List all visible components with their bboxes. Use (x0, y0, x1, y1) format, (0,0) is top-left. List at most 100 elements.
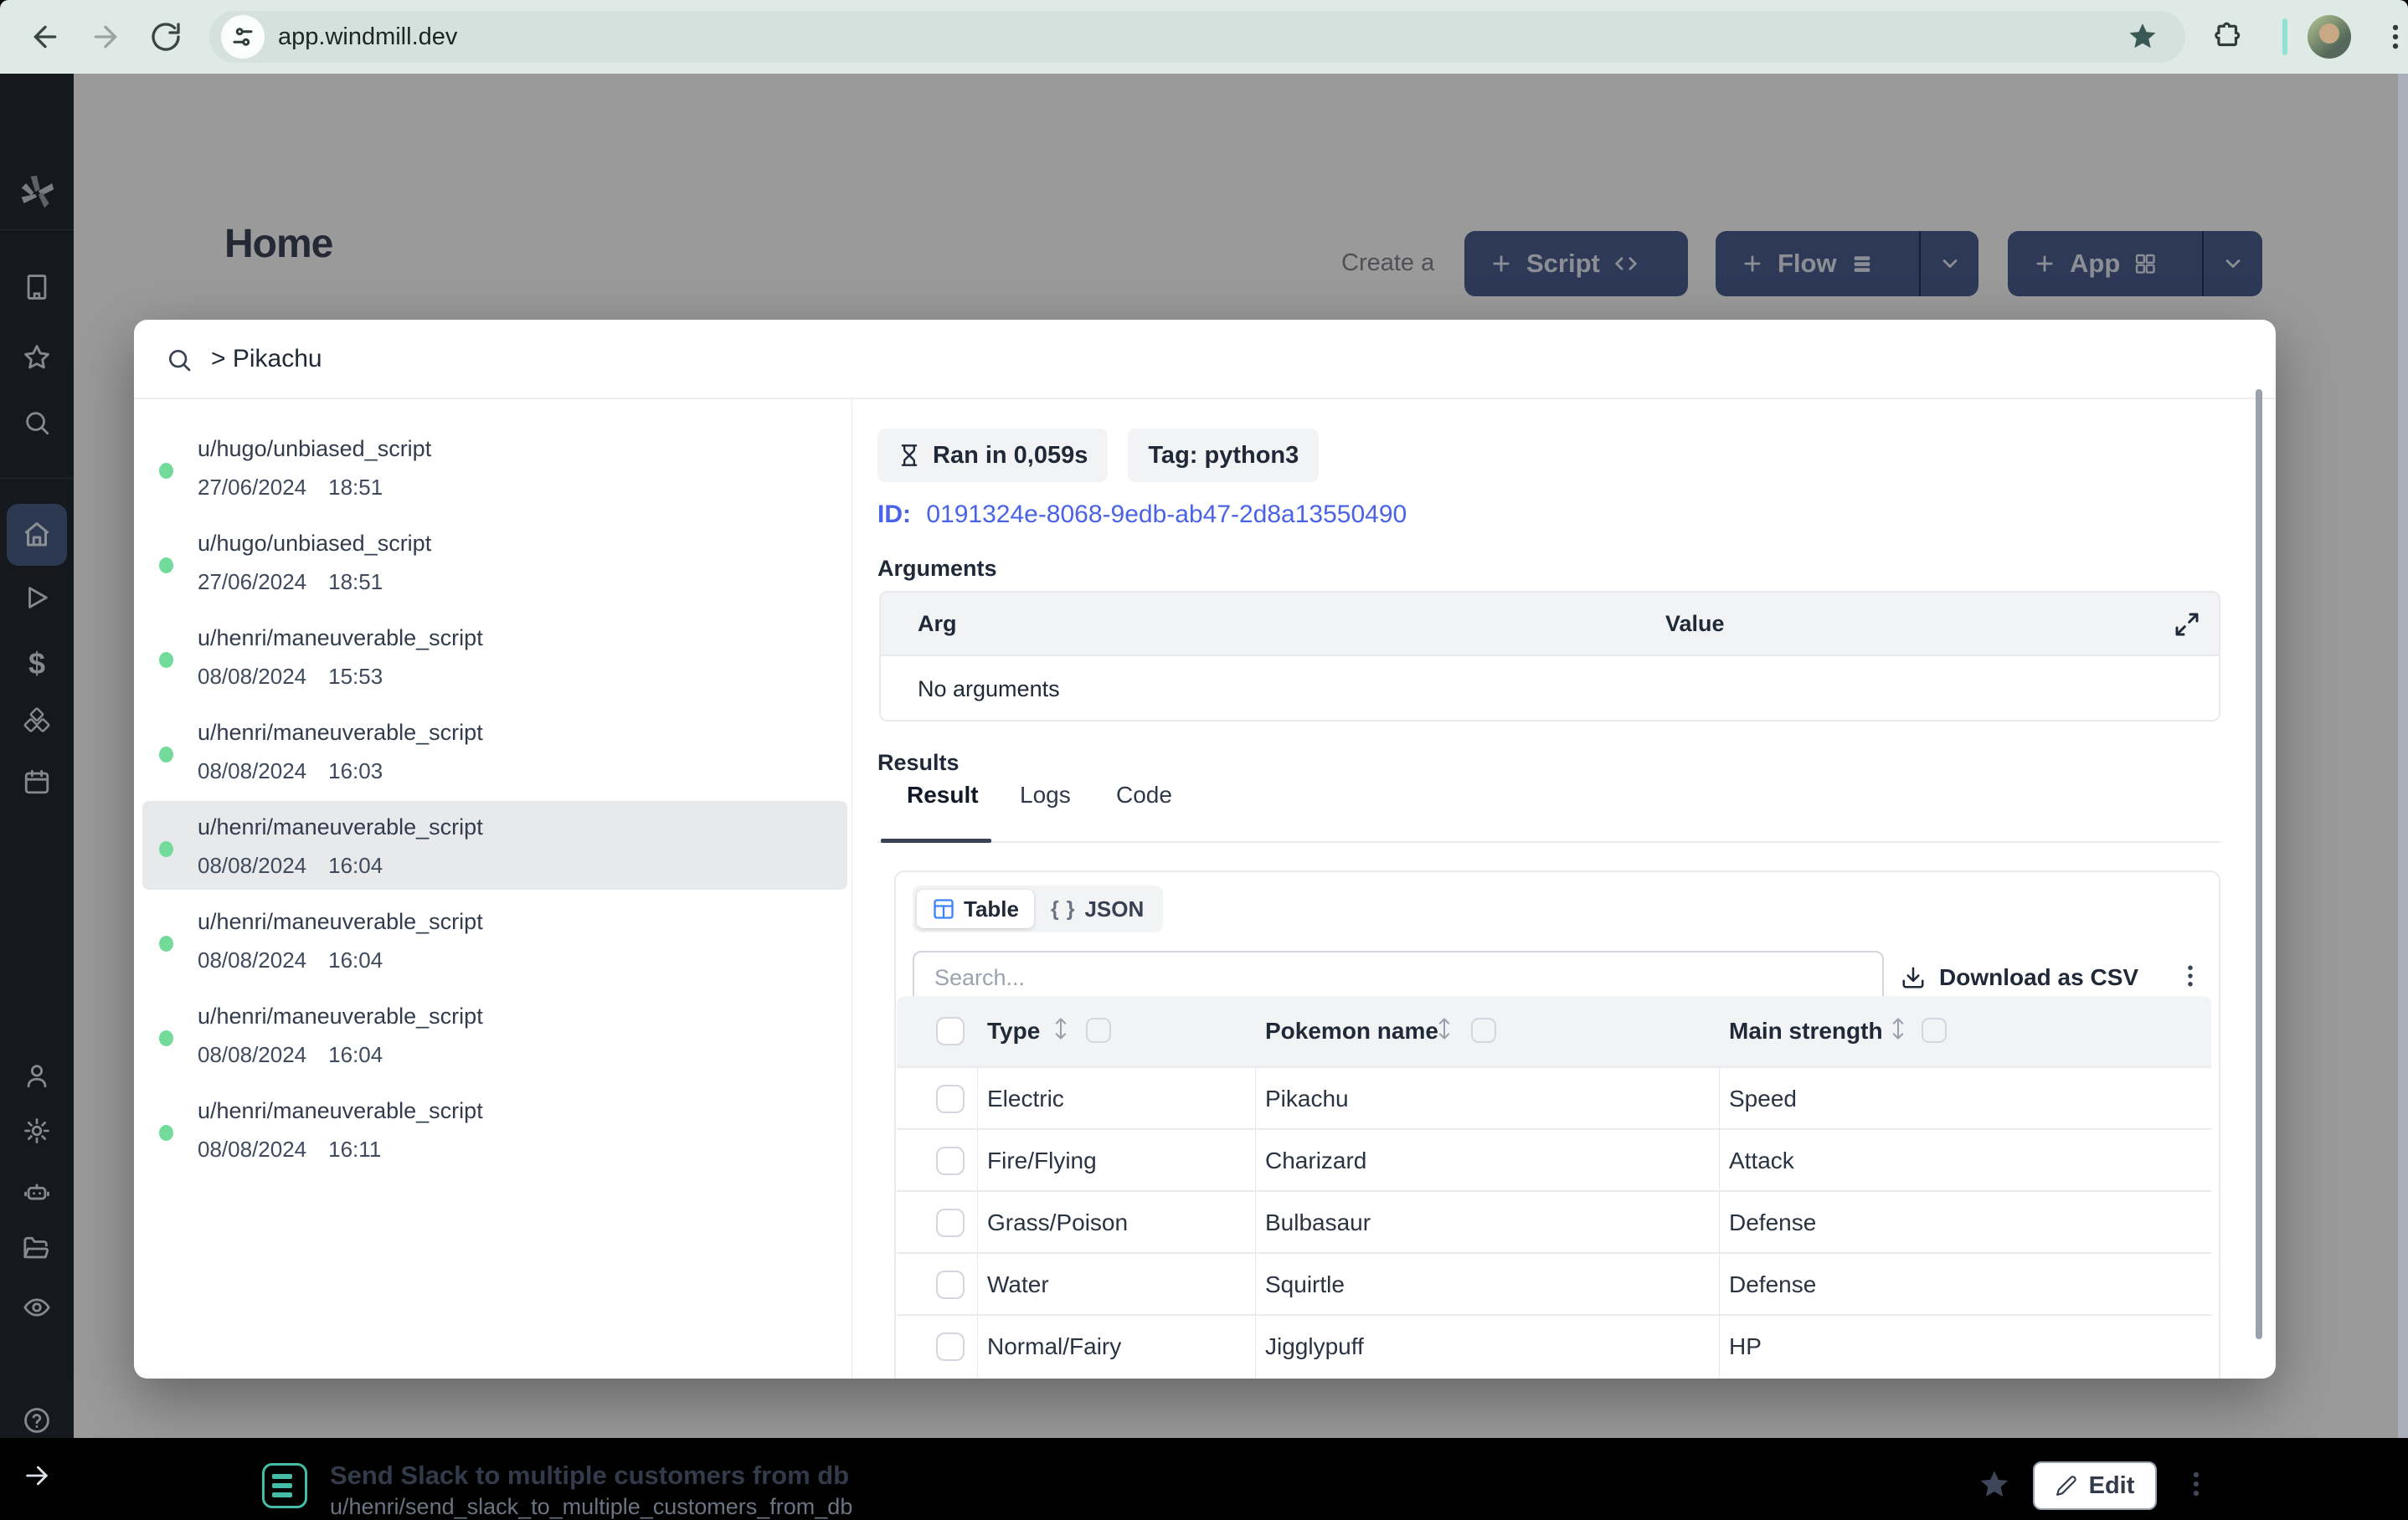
sidebar-expand-arrow-icon[interactable] (23, 1461, 51, 1490)
success-dot-icon (159, 1125, 173, 1141)
filter-checkbox[interactable] (1086, 1018, 1111, 1043)
flow-list-icon (262, 1463, 307, 1508)
sort-icon[interactable] (1890, 1016, 1906, 1041)
run-list: u/hugo/unbiased_script 27/06/2024 18:51 u… (134, 399, 852, 1379)
browser-forward-icon[interactable] (89, 20, 122, 54)
tag-badge-label: Tag: python3 (1148, 441, 1299, 469)
hourglass-icon (901, 444, 918, 466)
run-datetime: 27/06/2024 18:51 (198, 475, 383, 500)
run-list-item[interactable]: u/hugo/unbiased_script 27/06/2024 18:51 (142, 423, 847, 511)
run-name: u/henri/maneuverable_script (198, 720, 483, 745)
modal-scrollbar[interactable] (2256, 389, 2262, 1339)
tab-code[interactable]: Code (1116, 782, 1172, 809)
col-pokemon-label: Pokemon name (1265, 1018, 1438, 1044)
run-datetime: 08/08/2024 16:04 (198, 1042, 383, 1067)
run-id-label: ID: (877, 501, 911, 528)
active-tab-underline (881, 839, 991, 843)
bottom-item-title[interactable]: Send Slack to multiple customers from db (330, 1461, 849, 1491)
select-all-checkbox[interactable] (936, 1017, 965, 1045)
duration-badge-label: Ran in 0,059s (933, 441, 1088, 469)
table-icon (934, 899, 954, 919)
row-checkbox[interactable] (936, 1271, 965, 1299)
run-datetime: 08/08/2024 16:04 (198, 947, 383, 973)
row-checkbox[interactable] (936, 1333, 965, 1361)
duration-badge: Ran in 0,059s (877, 429, 1109, 482)
run-name: u/henri/maneuverable_script (198, 1098, 483, 1123)
results-title: Results (877, 750, 960, 775)
run-list-item[interactable]: u/henri/maneuverable_script 08/08/2024 16… (142, 990, 847, 1079)
pencil-icon (2056, 1476, 2076, 1496)
cell-pokemon: Charizard (1265, 1148, 1367, 1173)
edit-button[interactable]: Edit (2033, 1461, 2157, 1510)
tag-badge: Tag: python3 (1128, 429, 1320, 482)
bottom-item-menu-icon[interactable] (2180, 1468, 2212, 1500)
cell-strength: Attack (1729, 1148, 1794, 1173)
tab-logs[interactable]: Logs (1020, 782, 1071, 809)
row-checkbox[interactable] (936, 1085, 965, 1113)
table-row[interactable]: Electric Pikachu Speed (897, 1066, 2211, 1130)
tab-result[interactable]: Result (907, 782, 979, 809)
success-dot-icon (159, 747, 173, 763)
run-id-link[interactable]: 0191324e-8068-9edb-ab47-2d8a13550490 (926, 501, 1407, 528)
cell-strength: Defense (1729, 1209, 1817, 1235)
table-row[interactable]: Water Squirtle Defense (897, 1252, 2211, 1316)
extensions-puzzle-icon[interactable] (2212, 21, 2244, 53)
col-strength-label: Main strength (1729, 1018, 1883, 1044)
url-text[interactable]: app.windmill.dev (278, 23, 457, 51)
browser-profile-avatar[interactable] (2308, 15, 2351, 59)
cell-pokemon: Bulbasaur (1265, 1209, 1371, 1235)
site-settings-icon[interactable] (221, 15, 265, 59)
run-id-line: ID: 0191324e-8068-9edb-ab47-2d8a13550490 (877, 501, 1407, 529)
run-name: u/henri/maneuverable_script (198, 909, 483, 934)
view-toggle-json[interactable]: { } JSON (1036, 890, 1159, 928)
run-list-item[interactable]: u/henri/maneuverable_script 08/08/2024 15… (142, 612, 847, 701)
browser-reload-icon[interactable] (149, 20, 183, 54)
success-dot-icon (159, 841, 173, 857)
cell-type: Electric (987, 1086, 1064, 1112)
run-list-item[interactable]: u/henri/maneuverable_script 08/08/2024 16… (142, 1085, 847, 1173)
run-name: u/hugo/unbiased_script (198, 436, 432, 461)
run-datetime: 08/08/2024 16:04 (198, 853, 383, 878)
run-list-item[interactable]: u/hugo/unbiased_script 27/06/2024 18:51 (142, 517, 847, 606)
browser-menu-icon[interactable] (2380, 21, 2408, 53)
tabs-divider (877, 841, 2220, 843)
cell-type: Grass/Poison (987, 1209, 1129, 1235)
filter-checkbox[interactable] (1922, 1018, 1947, 1043)
col-value-label: Value (1665, 611, 1725, 636)
run-name: u/hugo/unbiased_script (198, 531, 432, 556)
browser-back-icon[interactable] (28, 20, 62, 54)
cell-pokemon: Jigglypuff (1265, 1333, 1364, 1359)
cell-type: Water (987, 1271, 1049, 1297)
browser-chrome: app.windmill.dev (0, 0, 2408, 74)
run-list-item[interactable]: u/henri/maneuverable_script 08/08/2024 16… (142, 896, 847, 984)
modal-search-row: > Pikachu (134, 320, 2276, 399)
success-dot-icon (159, 1030, 173, 1046)
arguments-table-header: Arg Value (881, 593, 2219, 656)
run-name: u/henri/maneuverable_script (198, 625, 483, 650)
filter-checkbox[interactable] (1471, 1018, 1496, 1043)
view-toggle-table[interactable]: Table (917, 890, 1034, 928)
table-menu-icon[interactable] (2175, 961, 2205, 991)
sort-icon[interactable] (1052, 1016, 1069, 1041)
table-row[interactable]: Grass/Poison Bulbasaur Defense (897, 1190, 2211, 1254)
run-badges: Ran in 0,059s Tag: python3 (877, 429, 1320, 482)
expand-icon[interactable] (2174, 611, 2200, 638)
edit-button-label: Edit (2088, 1471, 2135, 1499)
cell-type: Fire/Flying (987, 1148, 1097, 1173)
result-card: Table { } JSON Download as CSV Type (894, 870, 2220, 1379)
cell-strength: Speed (1729, 1086, 1797, 1112)
favorite-star-icon[interactable] (1978, 1468, 2011, 1502)
address-bar[interactable]: app.windmill.dev (209, 11, 2185, 63)
results-tabs: Result Logs Code (134, 782, 2276, 840)
row-checkbox[interactable] (936, 1147, 965, 1175)
modal-search-input[interactable]: > Pikachu (211, 345, 322, 373)
bookmark-star-icon[interactable] (2127, 21, 2158, 53)
search-icon (166, 347, 193, 373)
cell-pokemon: Pikachu (1265, 1086, 1349, 1112)
row-checkbox[interactable] (936, 1209, 965, 1237)
table-row[interactable]: Normal/Fairy Jigglypuff HP (897, 1314, 2211, 1378)
table-row[interactable]: Fire/Flying Charizard Attack (897, 1128, 2211, 1192)
sort-icon[interactable] (1436, 1016, 1453, 1041)
page-scrollbar[interactable] (2398, 74, 2408, 1438)
view-toggle-json-label: JSON (1084, 896, 1145, 922)
